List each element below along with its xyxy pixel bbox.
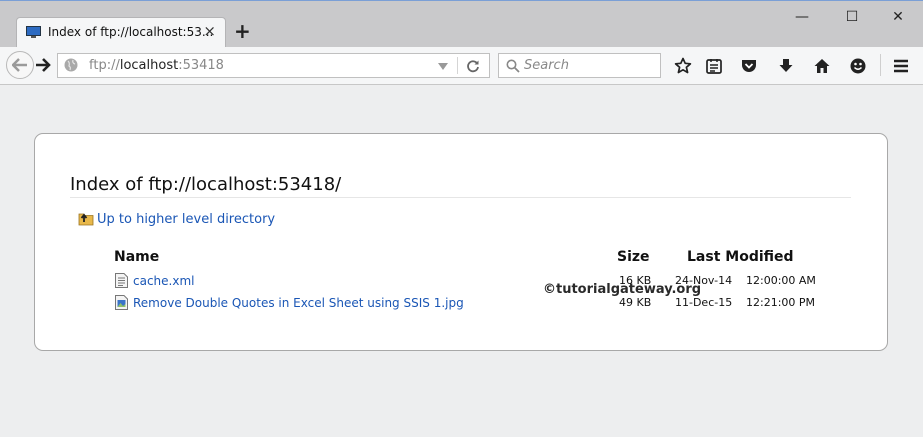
file-link-cache-xml[interactable]: cache.xml [133, 274, 194, 288]
reading-list-icon[interactable] [705, 57, 723, 75]
maximize-button[interactable]: ☐ [832, 4, 872, 30]
file-time: 12:21:00 PM [746, 296, 816, 309]
reload-icon[interactable] [466, 59, 480, 73]
new-tab-button[interactable]: + [234, 21, 251, 41]
search-icon [506, 59, 520, 73]
close-button[interactable]: ✕ [878, 4, 918, 30]
minimize-button[interactable]: — [782, 4, 822, 30]
menu-icon[interactable] [892, 57, 910, 75]
download-icon[interactable] [777, 57, 795, 75]
home-icon[interactable] [813, 57, 831, 75]
file-link-jpg[interactable]: Remove Double Quotes in Excel Sheet usin… [133, 296, 464, 310]
title-divider [70, 197, 851, 198]
forward-arrow-icon[interactable] [34, 57, 52, 73]
xml-file-icon[interactable] [115, 273, 128, 288]
url-bar[interactable]: ftp://localhost:53418 [57, 53, 490, 78]
star-icon[interactable] [674, 57, 692, 75]
pocket-icon[interactable] [740, 57, 758, 75]
search-input[interactable]: Search [524, 58, 569, 73]
column-header-size: Size [617, 249, 650, 265]
column-header-name: Name [114, 249, 160, 265]
search-bar[interactable]: Search [498, 53, 661, 78]
up-directory-link[interactable]: Up to higher level directory [97, 212, 275, 227]
column-header-last-modified: Last Modified [687, 249, 794, 265]
directory-listing-panel: Index of ftp://localhost:53418/ Up to hi… [34, 133, 888, 351]
url-text[interactable]: ftp://localhost:53418 [89, 58, 224, 73]
navigation-toolbar: ftp://localhost:53418 Search [0, 47, 923, 85]
file-size: 49 KB [619, 296, 652, 309]
up-folder-icon[interactable] [78, 210, 94, 226]
url-host: localhost [119, 58, 179, 73]
back-button[interactable] [6, 51, 34, 79]
globe-icon [64, 58, 78, 72]
file-time: 12:00:00 AM [746, 274, 816, 287]
tab-title: Index of ftp://localhost:53... [48, 25, 214, 39]
image-file-icon[interactable] [115, 295, 128, 310]
url-separator [457, 57, 458, 74]
watermark: ©tutorialgateway.org [543, 282, 702, 297]
title-bar: Index of ftp://localhost:53... × + — ☐ ✕ [0, 0, 923, 48]
url-port: :53418 [178, 58, 224, 73]
browser-tab[interactable]: Index of ftp://localhost:53... × [16, 17, 226, 48]
toolbar-separator [880, 54, 881, 76]
tab-close-icon[interactable]: × [203, 23, 216, 39]
monitor-icon [26, 26, 41, 38]
url-scheme: ftp:// [89, 58, 120, 73]
page-title: Index of ftp://localhost:53418/ [70, 174, 342, 195]
url-dropdown-icon[interactable] [438, 63, 448, 70]
back-arrow-icon [12, 58, 27, 72]
hello-icon[interactable] [849, 57, 867, 75]
file-date: 11-Dec-15 [675, 296, 733, 309]
